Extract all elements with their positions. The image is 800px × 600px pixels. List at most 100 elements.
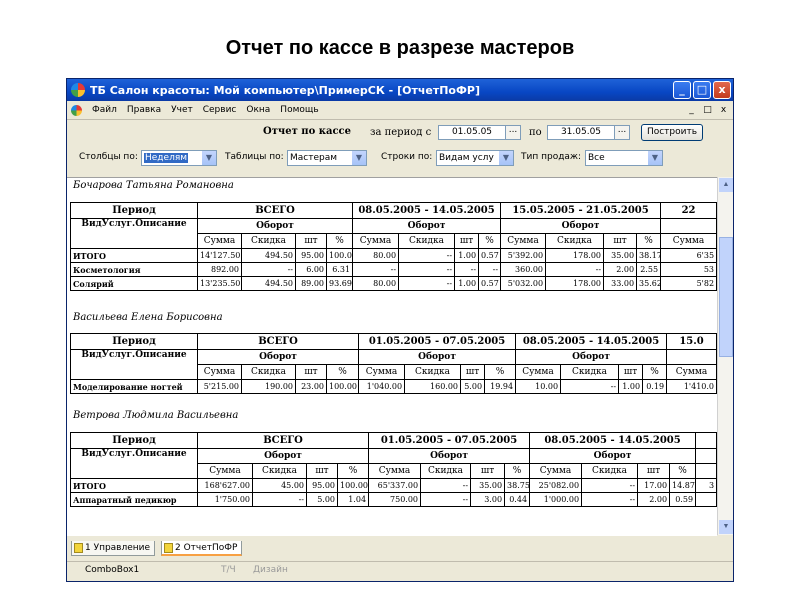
percent-header: %	[484, 364, 517, 380]
chevron-down-icon[interactable]: ▼	[202, 151, 216, 165]
table-cell: 1'000.00	[529, 492, 583, 507]
close-button[interactable]: x	[713, 81, 731, 99]
scroll-down-icon[interactable]: ▼	[719, 520, 733, 534]
table-cell: 1.04	[336, 492, 370, 507]
rows-value: Видам услу	[439, 153, 494, 163]
turnover-header: Оборот	[352, 218, 502, 234]
menu-service[interactable]: Сервис	[198, 105, 242, 115]
master-name: Ветрова Людмила Васильевна	[73, 410, 239, 421]
menu-edit[interactable]: Правка	[122, 105, 166, 115]
sum-header: Сумма	[358, 364, 406, 380]
table-row: Моделирование ногтей 5'215.00 190.00 23.00 1…	[70, 379, 717, 394]
columns-value: Неделям	[144, 153, 189, 163]
form-icon	[164, 542, 173, 553]
qty-header: шт	[454, 233, 480, 249]
chevron-down-icon[interactable]: ▼	[648, 151, 662, 165]
tab-report[interactable]: 2 ОтчетПоФР	[161, 541, 243, 556]
table-cell: 494.50	[241, 276, 296, 291]
percent-header: %	[636, 233, 662, 249]
sum-header: Сумма	[660, 233, 717, 249]
qty-header: шт	[603, 233, 638, 249]
qty-header: шт	[637, 463, 671, 479]
menu-windows[interactable]: Окна	[241, 105, 275, 115]
percent-header: %	[336, 463, 370, 479]
table-cell: 5'392.00	[500, 248, 547, 263]
rows-select[interactable]: Видам услу ▼	[436, 150, 514, 166]
sum-header	[695, 463, 717, 479]
table-cell: 100.00	[336, 478, 370, 493]
mdi-restore-button[interactable]: □	[701, 104, 714, 116]
table-cell: 19.94	[484, 379, 517, 394]
table-cell: 38.75	[504, 478, 531, 493]
date-from-picker-button[interactable]: ...	[505, 125, 521, 140]
qty-header: шт	[295, 233, 327, 249]
date-to-field[interactable]: 31.05.05	[547, 125, 615, 140]
period-range: 22	[660, 202, 717, 219]
report-parameters: Отчет по кассе за период с 01.05.05 ... …	[67, 120, 733, 180]
master-name: Васильева Елена Борисовна	[73, 312, 223, 323]
minimize-button[interactable]: _	[673, 81, 691, 99]
app-window: ТБ Салон красоты: Мой компьютер\ПримерСК…	[66, 78, 734, 582]
table-cell: 168'627.00	[197, 478, 253, 493]
report-title: Отчет по кассе	[263, 126, 351, 137]
report-table: Период ВСЕГО 01.05.2005 - 07.05.2005 08.…	[70, 432, 717, 507]
qty-header: шт	[618, 364, 644, 380]
turnover-header	[666, 349, 717, 365]
chevron-down-icon[interactable]: ▼	[499, 151, 513, 165]
qty-header: шт	[306, 463, 338, 479]
app-logo-icon	[71, 83, 85, 97]
menu-help[interactable]: Помощь	[275, 105, 323, 115]
menu-file[interactable]: Файл	[87, 105, 122, 115]
period-header: Период	[70, 333, 198, 350]
report-area[interactable]: Бочарова Татьяна Романовна Период ВСЕГО …	[67, 177, 717, 536]
discount-header: Скидка	[241, 233, 296, 249]
table-body: ИТОГО 168'627.00 45.00 95.00 100.00 65'337.00…	[70, 478, 717, 507]
tables-select[interactable]: Мастерам ▼	[287, 150, 367, 166]
table-cell: --	[398, 262, 456, 277]
mdi-minimize-button[interactable]: _	[685, 104, 698, 116]
row-label: Косметология	[70, 262, 198, 277]
sale-type-select[interactable]: Все ▼	[585, 150, 663, 166]
mdi-close-button[interactable]: x	[717, 104, 730, 116]
table-cell: 2.55	[636, 262, 662, 277]
period-label: за период с	[370, 127, 432, 138]
total-header: ВСЕГО	[196, 202, 354, 219]
sum-header: Сумма	[197, 233, 242, 249]
table-row: ИТОГО 168'627.00 45.00 95.00 100.00 65'337.00…	[70, 478, 717, 493]
table-row: Косметология 892.00 -- 6.00 6.31 -- -- -- -- 360.…	[70, 262, 717, 277]
period-range	[695, 432, 717, 449]
table-cell: --	[420, 492, 472, 507]
report-table: Период ВСЕГО 01.05.2005 - 07.05.2005 08.…	[70, 333, 717, 394]
table-cell: --	[352, 262, 400, 277]
table-cell: 0.44	[504, 492, 531, 507]
table-cell: 2.00	[637, 492, 671, 507]
scroll-up-icon[interactable]: ▲	[719, 178, 733, 192]
table-cell: 93.69	[325, 276, 354, 291]
date-from-field[interactable]: 01.05.05	[438, 125, 506, 140]
columns-select[interactable]: Неделям ▼	[141, 150, 217, 166]
qty-header: шт	[460, 364, 486, 380]
document-icon[interactable]	[71, 104, 82, 116]
table-cell: 45.00	[252, 478, 307, 493]
date-to-picker-button[interactable]: ...	[614, 125, 630, 140]
chevron-down-icon[interactable]: ▼	[352, 151, 366, 165]
table-cell: 53	[660, 262, 717, 277]
table-cell: 5.00	[306, 492, 338, 507]
table-cell: 2.00	[603, 262, 638, 277]
tab-management[interactable]: 1 Управление	[71, 541, 156, 556]
sum-header: Сумма	[515, 364, 562, 380]
build-button[interactable]: Построить	[641, 124, 703, 141]
sum-header: Сумма	[197, 364, 242, 380]
table-cell: 5'215.00	[197, 379, 242, 394]
rows-label: Строки по:	[381, 152, 433, 162]
vertical-scrollbar[interactable]: ▲ ▼	[717, 177, 733, 535]
table-cell: --	[398, 276, 456, 291]
tables-label: Таблицы по:	[225, 152, 284, 162]
scroll-thumb[interactable]	[719, 237, 733, 357]
maximize-button[interactable]: □	[693, 81, 711, 99]
table-cell: 0.59	[669, 492, 697, 507]
table-cell: 100.00	[325, 248, 354, 263]
menu-accounting[interactable]: Учет	[166, 105, 198, 115]
window-titlebar[interactable]: ТБ Салон красоты: Мой компьютер\ПримерСК…	[67, 79, 733, 101]
table-cell: --	[581, 492, 639, 507]
